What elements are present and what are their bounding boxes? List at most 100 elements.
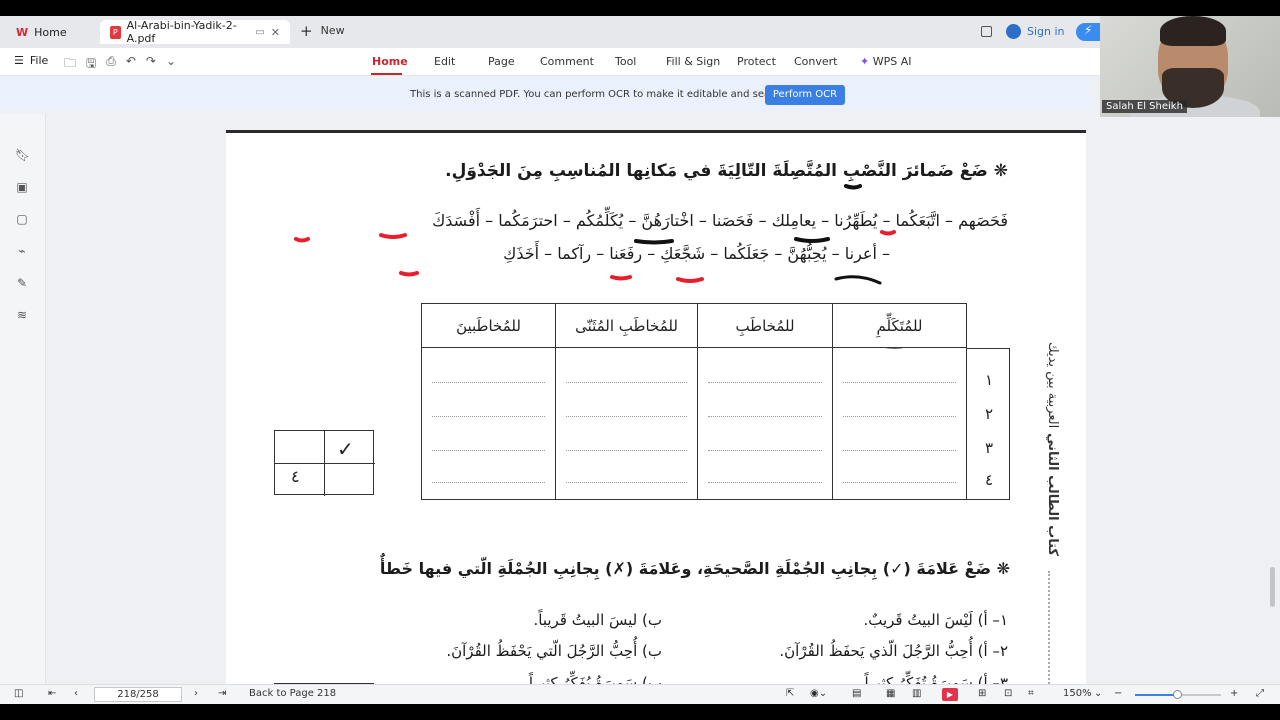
ai-sparkle-icon: ✦ — [860, 55, 870, 68]
row-number: ٣ — [984, 439, 994, 457]
menu-protect[interactable]: Protect — [737, 55, 776, 68]
menu-convert[interactable]: Convert — [794, 55, 838, 68]
print-icon[interactable]: ⎙ — [106, 54, 116, 75]
table-header: للمُخاطَبِ — [697, 303, 832, 348]
presenter-name: Salah El Sheikh — [1102, 100, 1187, 113]
row-number: ٤ — [984, 471, 994, 489]
document-tab[interactable]: P Al-Arabi-bin-Yadik-2-A.pdf ▭ ✕ — [100, 19, 290, 45]
page-number-input[interactable]: 218/258 — [94, 687, 182, 702]
window-switch-icon[interactable] — [981, 26, 992, 37]
close-tab-icon[interactable]: ✕ — [271, 26, 280, 39]
single-page-icon[interactable]: ▤ — [852, 688, 861, 699]
score-value: ٤ — [291, 467, 300, 486]
ocr-message: This is a scanned PDF. You can perform O… — [410, 89, 811, 100]
sidebar-toggle-icon[interactable]: ◫ — [14, 688, 23, 699]
menu-edit[interactable]: Edit — [434, 55, 455, 68]
zoom-in-icon[interactable]: + — [1230, 688, 1238, 699]
new-tab-button[interactable]: + New — [300, 21, 345, 40]
hamburger-icon: ☰ — [14, 54, 24, 67]
check-mark: ✓ — [337, 437, 354, 461]
open-folder-icon[interactable]: 🗀 — [64, 54, 76, 75]
menu-wps-ai[interactable]: ✦ WPS AI — [860, 55, 911, 68]
back-to-page-link[interactable]: Back to Page 218 — [249, 688, 336, 699]
file-menu[interactable]: ☰ File — [14, 54, 48, 67]
table-column — [555, 348, 697, 500]
menu-wps-ai-label: WPS AI — [872, 55, 912, 68]
quick-access-toolbar: 🗀 🖫 ⎙ ↶ ↷ ⌄ — [64, 54, 176, 75]
table-header: للمُخاطَبينَ — [421, 303, 555, 348]
menu-page[interactable]: Page — [488, 55, 515, 68]
page-edge-dots — [1048, 571, 1050, 700]
menu-tool[interactable]: Tool — [615, 55, 636, 68]
question-b: ب) أُحِبُّ الرَّجُلَ الّتي يَحْفَظُ القُ… — [446, 642, 662, 660]
row-number-column: ١ ٢ ٣ ٤ — [966, 348, 1010, 500]
fit-page-icon[interactable]: ⊡ — [1004, 688, 1012, 699]
sign-in-button[interactable]: Sign in — [1006, 24, 1065, 39]
pdf-page: ❋ ضَعْ ضَمائرَ النَّصْبِ المُتَّصِلَةَ ا… — [226, 130, 1086, 700]
signature-icon[interactable]: ✎ — [15, 276, 29, 290]
screenshot-icon[interactable]: ⌗ — [1028, 688, 1034, 699]
chevron-down-icon[interactable]: ⌄ — [166, 54, 176, 75]
plus-icon: + — [300, 21, 313, 40]
zoom-dropdown-icon[interactable]: ⌄ — [1094, 688, 1102, 699]
zoom-slider[interactable] — [1135, 690, 1221, 699]
app-window: W Home P Al-Arabi-bin-Yadik-2-A.pdf ▭ ✕ … — [0, 16, 1280, 704]
comment-icon[interactable]: ▢ — [15, 212, 29, 226]
sign-in-label: Sign in — [1027, 25, 1065, 38]
first-page-icon[interactable]: ⇤ — [48, 688, 56, 699]
score-box: ✓ ٤ — [274, 430, 375, 496]
active-menu-indicator — [371, 73, 402, 75]
attachment-icon[interactable]: ⌁ — [15, 244, 29, 258]
save-icon[interactable]: 🖫 — [86, 54, 96, 75]
zoom-slider-handle[interactable] — [1173, 690, 1182, 699]
row-number: ٢ — [984, 405, 994, 423]
vertical-scrollbar[interactable] — [1270, 567, 1275, 607]
prev-page-icon[interactable]: ‹ — [74, 688, 78, 699]
bookmark-icon[interactable]: 🔖︎ — [15, 148, 30, 162]
last-page-icon[interactable]: ⇥ — [218, 688, 226, 699]
question-b: ب) ليسَ البيتُ قَريباً. — [533, 611, 662, 629]
question-a: ٢– أ) أُحِبُّ الرَّجُلَ الّذي يَحفَظُ ال… — [779, 642, 1008, 660]
export-icon[interactable]: ⇱ — [786, 688, 794, 699]
document-tab-label: Al-Arabi-bin-Yadik-2-A.pdf — [126, 19, 237, 45]
menu-fill-sign[interactable]: Fill & Sign — [666, 55, 720, 68]
table-column — [421, 348, 555, 500]
layers-icon[interactable]: ≋ — [15, 308, 29, 322]
view-mode-icon[interactable]: ◉⌄ — [810, 688, 827, 699]
row-number: ١ — [984, 371, 994, 389]
table-column — [832, 348, 967, 500]
user-avatar-icon — [1006, 24, 1021, 39]
menu-comment[interactable]: Comment — [540, 55, 594, 68]
question-a: ١– أ) لَيْسَ البيتُ قَريبٌ. — [863, 611, 1008, 629]
wps-logo-icon: W — [16, 25, 29, 39]
window-icon[interactable]: ▭ — [255, 27, 264, 38]
home-tab-label: Home — [34, 25, 67, 39]
pdf-icon: P — [110, 25, 121, 39]
next-page-icon[interactable]: › — [194, 688, 198, 699]
home-tab[interactable]: W Home — [6, 20, 96, 44]
file-menu-label: File — [29, 54, 49, 67]
menu-bar: ☰ File 🗀 🖫 ⎙ ↶ ↷ ⌄ Home Edit Page Commen… — [0, 48, 1280, 76]
menu-home[interactable]: Home — [372, 55, 408, 68]
two-page-icon[interactable]: ▥ — [912, 688, 921, 699]
zoom-out-icon[interactable]: − — [1114, 688, 1122, 699]
redo-icon[interactable]: ↷ — [146, 54, 156, 75]
exercise-heading-2: ❋ ضَعْ عَلامَةَ (✓) بِجانِبِ الجُمْلَةِ … — [379, 559, 1010, 578]
zoom-level[interactable]: 150% — [1063, 688, 1092, 699]
undo-icon[interactable]: ↶ — [126, 54, 136, 75]
continuous-icon[interactable]: ▦ — [886, 688, 895, 699]
webcam-overlay: Salah El Sheikh — [1100, 16, 1280, 117]
left-sidebar: 🔖︎ ▣ ▢ ⌁ ✎ ≋ — [0, 114, 46, 684]
table-header: للمُتَكَلِّمِ — [832, 303, 967, 348]
book-title-vertical: العربية بين يديك — [1045, 341, 1060, 428]
table-header: للمُخاطَبِ المُثَنّى — [555, 303, 697, 348]
play-icon[interactable]: ▶ — [942, 688, 958, 701]
perform-ocr-button[interactable]: Perform OCR — [765, 85, 845, 105]
fullscreen-icon[interactable]: ⤢ — [1256, 688, 1264, 699]
new-tab-label: New — [320, 24, 345, 37]
book-view-icon[interactable]: ⊞ — [978, 688, 986, 699]
table-column — [697, 348, 832, 500]
thumbnails-icon[interactable]: ▣ — [15, 180, 29, 194]
book-subtitle-vertical: كتاب الطالب الثاني — [1045, 433, 1060, 556]
ocr-notification-bar: This is a scanned PDF. You can perform O… — [0, 77, 1090, 111]
